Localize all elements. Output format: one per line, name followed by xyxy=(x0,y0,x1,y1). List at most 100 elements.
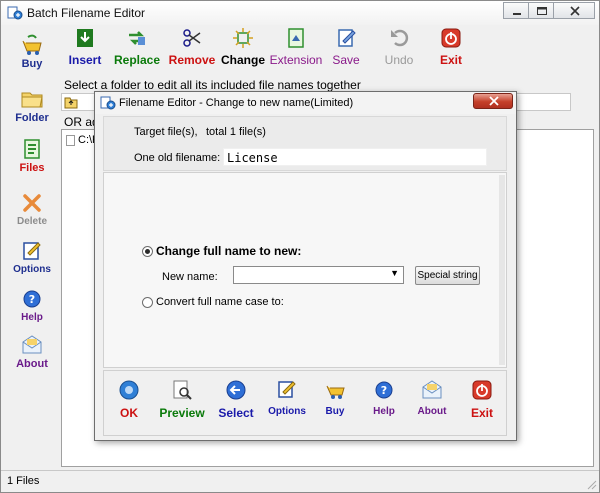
dialog-target-panel: Target file(s), total 1 file(s) One old … xyxy=(103,116,507,171)
old-filename-value: License xyxy=(227,151,278,165)
sidebar-item-label: Help xyxy=(21,312,43,323)
extension-label: Extension xyxy=(269,53,323,67)
sidebar-item-label: Delete xyxy=(16,216,47,227)
minimize-icon xyxy=(513,13,521,15)
dialog-close-button[interactable] xyxy=(473,93,513,109)
sidebar-item-buy[interactable]: Buy xyxy=(1,33,63,70)
status-bar: 1 Files xyxy=(1,470,599,492)
save-label: Save xyxy=(332,53,360,67)
exit-label: Exit xyxy=(439,53,462,67)
maximize-button[interactable] xyxy=(528,2,554,19)
exit-icon xyxy=(441,28,461,48)
sidebar-item-delete[interactable]: Delete xyxy=(1,191,63,227)
resize-grip-icon[interactable] xyxy=(585,478,597,490)
about-button[interactable]: About xyxy=(404,379,460,417)
target-label: Target file(s), xyxy=(134,126,198,138)
change-label: Change xyxy=(220,53,265,67)
options-icon xyxy=(278,381,296,398)
dialog-exit-button[interactable]: Exit xyxy=(454,379,510,420)
target-count: total 1 file(s) xyxy=(206,126,266,138)
undo-icon xyxy=(391,29,409,47)
sidebar-item-label: Options xyxy=(13,264,51,275)
buy-button[interactable]: Buy xyxy=(307,379,363,417)
dialog-button-bar: OK Preview Select Options Buy ? Help Abo… xyxy=(103,370,507,436)
change-icon xyxy=(233,28,253,48)
insert-button[interactable]: Insert xyxy=(65,27,105,67)
minimize-button[interactable] xyxy=(503,2,529,19)
file-icon xyxy=(66,134,75,146)
undo-button[interactable]: Undo xyxy=(379,27,419,67)
preview-label: Preview xyxy=(159,406,205,420)
close-icon xyxy=(570,6,580,16)
insert-label: Insert xyxy=(68,53,102,67)
ok-button[interactable]: OK xyxy=(101,379,157,420)
sidebar-item-files[interactable]: Files xyxy=(1,137,63,174)
dialog-exit-label: Exit xyxy=(470,406,493,420)
select-label: Select xyxy=(218,406,254,420)
window-title: Batch Filename Editor xyxy=(27,6,146,20)
about-icon xyxy=(422,380,442,399)
replace-label: Replace xyxy=(113,53,161,67)
dialog-title-bar: Filename Editor - Change to new name(Lim… xyxy=(95,92,516,114)
folder-up-icon xyxy=(64,97,78,109)
ok-icon xyxy=(119,380,139,400)
chevron-down-icon[interactable]: ▼ xyxy=(390,268,399,278)
undo-label: Undo xyxy=(384,53,414,67)
remove-icon xyxy=(183,29,201,47)
sidebar-item-folder[interactable]: Folder xyxy=(1,87,63,124)
remove-button[interactable]: Remove xyxy=(167,27,217,67)
new-name-label: New name: xyxy=(162,271,218,283)
sidebar-item-about[interactable]: About xyxy=(1,333,63,370)
old-filename-field: License xyxy=(223,148,487,166)
svg-text:?: ? xyxy=(381,384,387,397)
new-name-combo[interactable]: ▼ xyxy=(233,266,404,284)
ok-label: OK xyxy=(120,406,138,420)
preview-button[interactable]: Preview xyxy=(154,379,210,420)
change-full-name-label[interactable]: Change full name to new: xyxy=(156,244,301,258)
toolbar: Insert Replace Remove Change Extension S… xyxy=(61,27,597,73)
dialog-title: Filename Editor - Change to new name(Lim… xyxy=(119,97,354,109)
title-bar: Batch Filename Editor xyxy=(1,1,599,25)
close-icon xyxy=(489,96,499,106)
extension-button[interactable]: Extension xyxy=(269,27,323,67)
save-button[interactable]: Save xyxy=(327,27,365,67)
svg-text:?: ? xyxy=(29,293,35,306)
files-icon xyxy=(24,139,40,159)
insert-icon xyxy=(77,29,93,47)
sidebar-item-label: Buy xyxy=(21,58,43,70)
folder-hint: Select a folder to edit all its included… xyxy=(64,78,361,92)
dialog-options-panel: Change full name to new: New name: ▼ Spe… xyxy=(103,172,507,368)
old-filename-label: One old filename: xyxy=(134,152,221,164)
sidebar-item-label: Folder xyxy=(15,112,49,124)
convert-case-label[interactable]: Convert full name case to: xyxy=(156,296,284,308)
status-text: 1 Files xyxy=(7,475,40,487)
sidebar-item-help[interactable]: ? Help xyxy=(1,287,63,323)
buy-icon xyxy=(22,34,42,55)
main-window: Batch Filename Editor Buy Folder Files D… xyxy=(0,0,600,493)
help-icon: ? xyxy=(375,381,393,399)
convert-case-radio[interactable] xyxy=(142,297,153,308)
close-button[interactable] xyxy=(553,2,595,19)
app-icon xyxy=(7,6,23,20)
save-icon xyxy=(338,29,356,47)
options-scrollbar[interactable] xyxy=(499,175,505,365)
options-icon xyxy=(23,242,41,260)
about-label: About xyxy=(417,406,447,417)
sidebar: Buy Folder Files Delete Options ? Help A… xyxy=(1,25,59,465)
back-arrow-icon xyxy=(226,380,246,400)
select-button[interactable]: Select xyxy=(208,379,264,420)
exit-button[interactable]: Exit xyxy=(433,27,469,67)
change-full-name-radio[interactable] xyxy=(142,246,153,257)
change-button[interactable]: Change xyxy=(219,27,267,67)
preview-icon xyxy=(173,380,192,400)
window-controls xyxy=(503,2,595,19)
sidebar-item-options[interactable]: Options xyxy=(1,239,63,275)
extension-icon xyxy=(288,28,304,48)
buy-label: Buy xyxy=(325,406,345,417)
buy-icon xyxy=(326,385,345,399)
help-icon: ? xyxy=(23,290,41,308)
replace-button[interactable]: Replace xyxy=(111,27,163,67)
delete-icon xyxy=(23,194,41,212)
exit-icon xyxy=(472,380,492,400)
special-string-button[interactable]: Special string xyxy=(415,266,480,285)
